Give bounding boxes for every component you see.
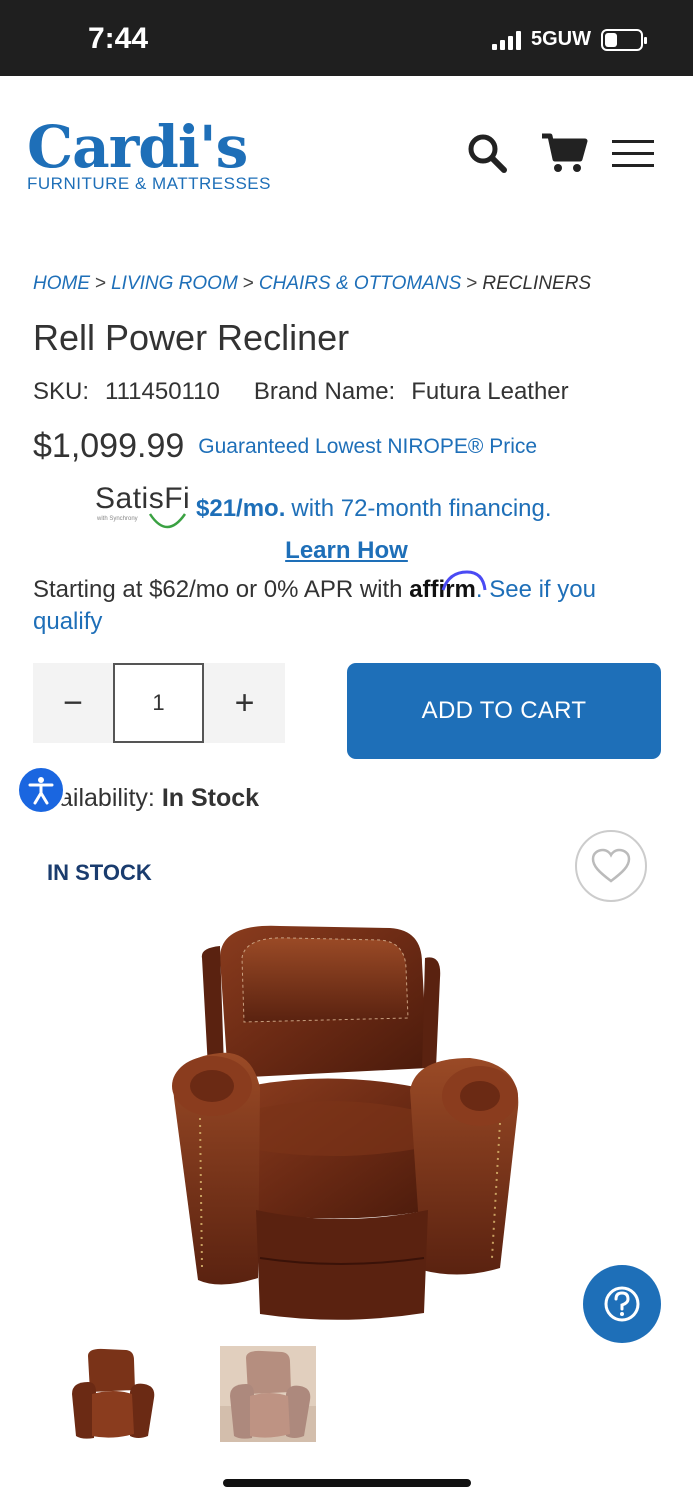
site-header: Cardi's FURNITURE & MATTRESSES <box>0 76 693 236</box>
financing-offer: SatisFi with Synchrony $21/mo. with 72-m… <box>95 482 552 536</box>
stock-badge: IN STOCK <box>47 860 152 885</box>
qty-increment-button[interactable]: + <box>204 663 285 743</box>
satisfi-subtitle: with Synchrony <box>97 516 138 522</box>
thumbnail-image <box>64 1346 160 1442</box>
breadcrumb-living-room[interactable]: LIVING ROOM <box>111 273 238 294</box>
qty-decrement-button[interactable]: − <box>33 663 113 743</box>
logo-wordmark: Cardi's <box>27 113 248 181</box>
quantity-input[interactable] <box>113 663 204 743</box>
heart-icon <box>591 848 631 883</box>
affirm-offer: Starting at $62/mo or 0% APR with affirm… <box>33 570 663 638</box>
thumbnail-image <box>220 1346 316 1442</box>
product-main-image[interactable] <box>160 918 540 1328</box>
breadcrumb-chairs-ottomans[interactable]: CHAIRS & OTTOMANS <box>259 273 461 294</box>
breadcrumb-home[interactable]: HOME <box>33 273 90 294</box>
sku-value: 111450110 <box>105 378 220 405</box>
satisfi-logo: SatisFi with Synchrony <box>95 482 190 536</box>
thumbnail-recliner-front[interactable] <box>64 1346 160 1442</box>
learn-how-link[interactable]: Learn How <box>0 537 693 565</box>
status-bar: 7:44 5GUW <box>0 0 693 76</box>
search-icon[interactable] <box>465 131 509 180</box>
breadcrumb-separator: > <box>95 273 107 294</box>
product-price: $1,099.99 <box>33 427 185 465</box>
finance-monthly: $21/mo. <box>196 495 286 522</box>
accessibility-button[interactable] <box>16 765 66 815</box>
finance-term: with 72-month financing. <box>291 495 552 522</box>
accessibility-icon <box>28 777 54 805</box>
breadcrumb: HOME > LIVING ROOM > CHAIRS & OTTOMANS > RECLI… <box>33 273 591 295</box>
price-guarantee-link[interactable]: Guaranteed Lowest NIROPE® Price <box>198 435 537 458</box>
availability-label: ailability: <box>59 784 155 812</box>
wishlist-button[interactable] <box>575 830 647 902</box>
home-indicator[interactable] <box>223 1479 471 1487</box>
battery-level <box>605 32 617 47</box>
price-row: $1,099.99 Guaranteed Lowest NIROPE® Price <box>33 427 537 466</box>
brand-value: Futura Leather <box>411 378 569 405</box>
signal-icon <box>492 30 521 50</box>
product-title: Rell Power Recliner <box>33 317 350 358</box>
recliner-image <box>172 925 519 1320</box>
network-label: 5GUW <box>531 28 591 50</box>
logo-tagline: FURNITURE & MATTRESSES <box>27 174 271 193</box>
cart-icon[interactable] <box>540 131 588 180</box>
affirm-prefix: Starting at $62/mo or 0% APR with <box>33 576 403 603</box>
availability-line: ailability: In Stock <box>33 784 259 813</box>
satisfi-smile-icon <box>148 513 187 529</box>
status-time: 7:44 <box>88 22 149 55</box>
help-icon <box>604 1286 640 1322</box>
battery-icon <box>601 28 647 51</box>
availability-value: In Stock <box>161 784 260 812</box>
brand-label: Brand Name: <box>253 378 396 405</box>
affirm-logo: affirm <box>409 570 487 603</box>
breadcrumb-separator: > <box>466 273 478 294</box>
help-button[interactable] <box>583 1265 661 1343</box>
sku-label: SKU: <box>33 378 90 405</box>
site-logo[interactable]: Cardi's FURNITURE & MATTRESSES <box>27 116 271 194</box>
product-meta: SKU: 111450110 Brand Name: Futura Leather <box>33 378 569 406</box>
add-to-cart-button[interactable]: ADD TO CART <box>347 663 661 759</box>
thumbnail-recliner-room[interactable] <box>220 1346 316 1442</box>
breadcrumb-recliners: RECLINERS <box>482 273 592 294</box>
status-indicators: 5GUW <box>492 28 647 51</box>
menu-icon[interactable] <box>612 138 654 175</box>
affirm-arc-icon <box>441 570 487 591</box>
breadcrumb-separator: > <box>242 273 254 294</box>
